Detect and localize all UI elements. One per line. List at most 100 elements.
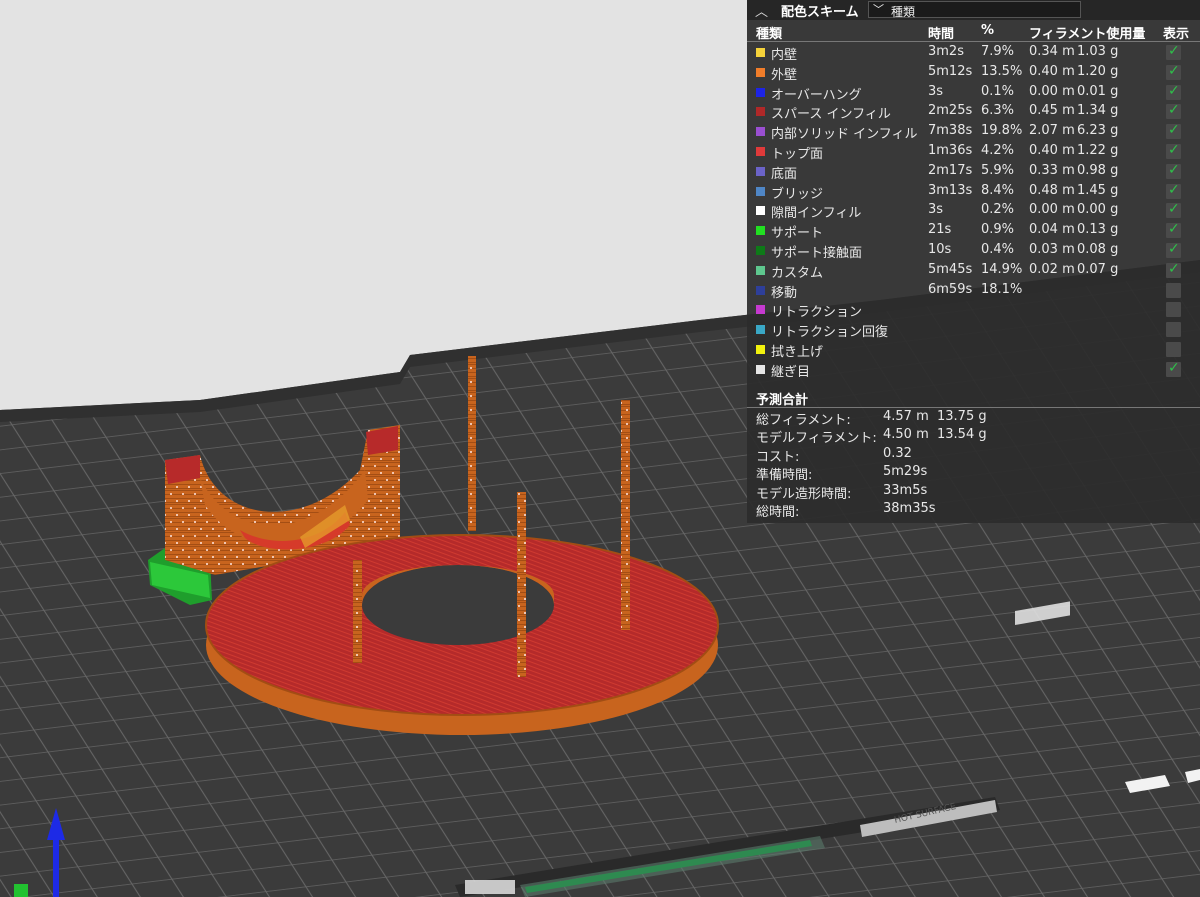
color-swatch bbox=[756, 107, 765, 117]
feature-filament-weight: 0.07 g bbox=[1077, 261, 1119, 277]
feature-filament-weight: 0.00 g bbox=[1077, 202, 1119, 218]
feature-time: 3m2s bbox=[928, 44, 964, 59]
color-scheme-value: 種類 bbox=[891, 5, 916, 19]
color-swatch bbox=[756, 186, 765, 196]
feature-filament-weight: 0.01 g bbox=[1077, 83, 1119, 99]
feature-time: 2m25s bbox=[928, 103, 973, 119]
color-swatch bbox=[756, 325, 765, 335]
visibility-checkbox[interactable]: ✓ bbox=[1166, 360, 1181, 377]
color-scheme-select[interactable]: ﹀ 種類 bbox=[868, 1, 1081, 19]
column-header-filament: フィラメント使用量 bbox=[1029, 27, 1146, 42]
visibility-checkbox[interactable]: ✓ bbox=[1166, 221, 1181, 239]
feature-type-label: 内壁 bbox=[771, 48, 798, 63]
visibility-checkbox[interactable]: ✓ bbox=[1166, 62, 1181, 80]
summary-label: モデルフィラメント: bbox=[756, 431, 877, 447]
checkmark-icon: ✓ bbox=[1168, 221, 1180, 238]
checkmark-icon: ✓ bbox=[1168, 260, 1180, 277]
summary-value: 0.32 bbox=[883, 445, 912, 461]
color-swatch bbox=[756, 48, 765, 57]
visibility-checkbox[interactable] bbox=[1166, 322, 1181, 338]
color-swatch bbox=[756, 265, 765, 275]
visibility-checkbox[interactable]: ✓ bbox=[1166, 260, 1181, 278]
feature-time: 3s bbox=[928, 202, 944, 218]
color-swatch bbox=[756, 166, 765, 176]
visibility-checkbox[interactable]: ✓ bbox=[1166, 142, 1181, 159]
feature-percent: 13.5% bbox=[981, 63, 1023, 79]
summary-row: コスト: 0.32 bbox=[747, 446, 1200, 465]
visibility-checkbox[interactable]: ✓ bbox=[1166, 83, 1181, 100]
feature-filament-length: 2.07 m bbox=[1029, 123, 1075, 139]
visibility-checkbox[interactable]: ✓ bbox=[1166, 241, 1181, 258]
feature-percent: 4.2% bbox=[981, 143, 1015, 158]
visibility-checkbox[interactable]: ✓ bbox=[1166, 182, 1181, 199]
feature-filament-length: 0.33 m bbox=[1029, 162, 1075, 178]
legend-title: 配色スキーム bbox=[781, 5, 859, 20]
feature-type-label: 内部ソリッド インフィル bbox=[771, 127, 918, 143]
visibility-checkbox[interactable]: ✓ bbox=[1166, 43, 1181, 60]
legend-row: 内壁 3m2s 7.9% 0.34 m 1.03 g ✓ bbox=[747, 42, 1200, 63]
ring-model bbox=[205, 534, 719, 735]
feature-filament-length: 0.04 m bbox=[1029, 222, 1075, 238]
visibility-checkbox[interactable]: ✓ bbox=[1166, 162, 1181, 179]
column-header-percent: % bbox=[981, 23, 995, 38]
summary-value-secondary: 13.75 g bbox=[937, 409, 987, 424]
feature-filament-length: 0.02 m bbox=[1029, 261, 1075, 277]
feature-type-label: リトラクション回復 bbox=[771, 325, 889, 341]
feature-time: 21s bbox=[928, 222, 952, 238]
feature-filament-length: 0.00 m bbox=[1029, 83, 1075, 99]
summary-value: 4.50 m bbox=[883, 427, 929, 443]
legend-row: 拭き上げ bbox=[747, 339, 1200, 360]
feature-type-label: サポート接触面 bbox=[771, 246, 863, 261]
legend-header: ︿ 配色スキーム ﹀ 種類 bbox=[747, 0, 1200, 20]
feature-filament-length: 0.48 m bbox=[1029, 182, 1075, 198]
visibility-checkbox[interactable]: ✓ bbox=[1166, 122, 1181, 140]
feature-time: 5m45s bbox=[928, 261, 973, 277]
feature-filament-length: 0.03 m bbox=[1029, 242, 1075, 257]
feature-percent: 14.9% bbox=[981, 261, 1023, 277]
visibility-checkbox[interactable] bbox=[1166, 282, 1181, 298]
checkmark-icon: ✓ bbox=[1168, 62, 1180, 79]
feature-percent: 18.1% bbox=[981, 281, 1023, 297]
feature-percent: 8.4% bbox=[981, 182, 1015, 198]
feature-type-label: スパース インフィル bbox=[771, 107, 891, 123]
color-swatch bbox=[756, 87, 765, 97]
visibility-checkbox[interactable] bbox=[1166, 342, 1181, 357]
visibility-checkbox[interactable]: ✓ bbox=[1166, 102, 1181, 120]
feature-filament-length: 0.34 m bbox=[1029, 44, 1075, 59]
feature-filament-weight: 1.22 g bbox=[1077, 143, 1119, 158]
summary-value-secondary: 13.54 g bbox=[937, 427, 987, 443]
checkmark-icon: ✓ bbox=[1168, 201, 1180, 218]
legend-row: トップ面 1m36s 4.2% 0.40 m 1.22 g ✓ bbox=[747, 141, 1200, 162]
feature-time: 7m38s bbox=[928, 123, 973, 139]
color-swatch bbox=[756, 127, 765, 137]
color-swatch bbox=[756, 345, 765, 354]
feature-percent: 0.2% bbox=[981, 202, 1015, 218]
checkmark-icon: ✓ bbox=[1168, 122, 1180, 139]
feature-type-label: オーバーハング bbox=[771, 87, 862, 103]
feature-time: 3m13s bbox=[928, 182, 973, 198]
feature-filament-length: 0.40 m bbox=[1029, 143, 1075, 158]
feature-type-label: トップ面 bbox=[771, 147, 824, 162]
legend-row: 底面 2m17s 5.9% 0.33 m 0.98 g ✓ bbox=[747, 161, 1200, 182]
feature-percent: 7.9% bbox=[981, 44, 1015, 59]
feature-filament-weight: 1.34 g bbox=[1077, 103, 1119, 119]
feature-type-label: サポート bbox=[771, 226, 824, 242]
chevron-up-icon[interactable]: ︿ bbox=[755, 1, 768, 20]
legend-row: リトラクション bbox=[747, 299, 1200, 320]
feature-filament-weight: 6.23 g bbox=[1077, 123, 1119, 139]
summary-row: モデルフィラメント: 4.50 m 13.54 g bbox=[747, 427, 1200, 446]
feature-percent: 0.4% bbox=[981, 242, 1015, 257]
color-swatch bbox=[756, 67, 765, 77]
feature-time: 10s bbox=[928, 242, 952, 257]
legend-row: オーバーハング 3s 0.1% 0.00 m 0.01 g ✓ bbox=[747, 82, 1200, 103]
feature-filament-length: 0.40 m bbox=[1029, 63, 1075, 79]
visibility-checkbox[interactable] bbox=[1166, 302, 1181, 318]
summary-value: 5m29s bbox=[883, 464, 928, 480]
checkmark-icon: ✓ bbox=[1168, 142, 1180, 158]
visibility-checkbox[interactable]: ✓ bbox=[1166, 201, 1181, 219]
column-header-type: 種類 bbox=[756, 27, 783, 42]
legend-row: サポート接触面 10s 0.4% 0.03 m 0.08 g ✓ bbox=[747, 240, 1200, 261]
feature-type-label: 外壁 bbox=[771, 67, 798, 83]
color-swatch bbox=[756, 246, 765, 255]
feature-filament-weight: 0.13 g bbox=[1077, 222, 1119, 238]
